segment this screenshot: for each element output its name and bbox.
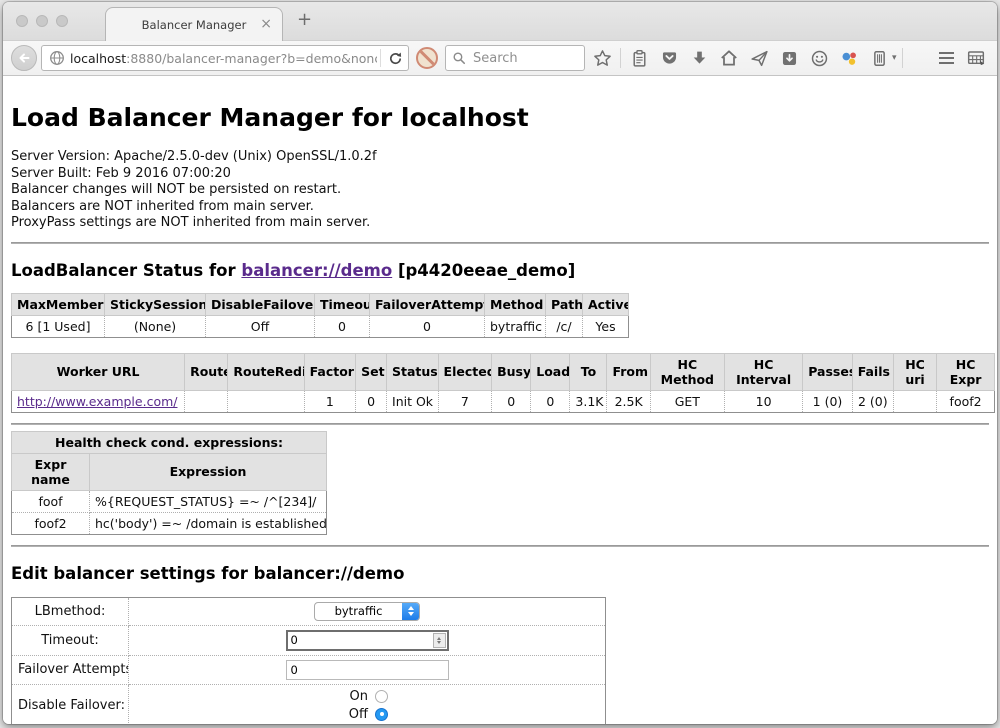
save-page-button[interactable] (776, 45, 802, 71)
balancer-demo-link[interactable]: balancer://demo (241, 261, 392, 280)
container-dropdown-caret-icon[interactable]: ▾ (892, 53, 897, 63)
failover-off-radio[interactable] (375, 708, 388, 721)
table-row: 6 [1 Used] (None) Off 0 0 bytraffic /c/ … (12, 315, 629, 337)
proxypass-note-line: ProxyPass settings are NOT inherited fro… (11, 215, 989, 232)
select-stepper-icon (402, 603, 419, 620)
edit-balancer-form: LBmethod: bytraffic Timeout: (11, 597, 606, 725)
new-tab-button[interactable]: + (297, 9, 312, 30)
table-title-row: Health check cond. expressions: (12, 431, 327, 453)
container-button[interactable] (866, 45, 892, 71)
failover-attempts-input[interactable] (286, 660, 449, 680)
minimize-window-button[interactable] (36, 15, 48, 27)
bookmark-star-button[interactable] (589, 45, 615, 71)
table-row: http://www.example.com/ 1 0 Init Ok 7 0 … (12, 390, 995, 412)
lbmethod-select[interactable]: bytraffic (314, 602, 420, 621)
search-icon (452, 51, 466, 65)
send-tab-button[interactable] (746, 45, 772, 71)
divider-rule-2 (11, 423, 989, 425)
divider-rule-3 (11, 545, 989, 547)
disable-failover-row: Disable Failover: On Off (12, 684, 606, 724)
timeout-row: Timeout: (12, 625, 606, 655)
server-info: Server Version: Apache/2.5.0-dev (Unix) … (11, 149, 989, 232)
tab-bar: Balancer Manager × + (3, 2, 997, 40)
apps-grid-button[interactable] (963, 45, 989, 71)
health-check-table: Health check cond. expressions: Expr nam… (11, 431, 327, 535)
balancer-status-table: MaxMembers StickySession DisableFailover… (11, 293, 629, 338)
inherit-note-line: Balancers are NOT inherited from main se… (11, 199, 989, 216)
number-stepper-icon (433, 633, 446, 648)
pocket-button[interactable] (656, 45, 682, 71)
loadbalancer-status-heading: LoadBalancer Status for balancer://demo … (11, 261, 989, 280)
failover-on-radio[interactable] (375, 690, 388, 703)
disable-failover-label: Disable Failover: (12, 684, 129, 724)
reading-list-button[interactable] (626, 45, 652, 71)
lbmethod-label: LBmethod: (12, 597, 129, 625)
back-arrow-icon (16, 50, 32, 66)
url-text: localhost:8880/balancer-manager?b=demo&n… (70, 51, 377, 66)
persist-note-line: Balancer changes will NOT be persisted o… (11, 182, 989, 199)
failover-attempts-row: Failover Attempts: (12, 655, 606, 684)
colorful-dots-extension-button[interactable] (836, 45, 862, 71)
timeout-label: Timeout: (12, 625, 129, 655)
table-header-row: Expr name Expression (12, 453, 327, 490)
hamburger-icon (939, 52, 954, 64)
table-header-row: Worker URL Route RouteRedir Factor Set S… (12, 353, 995, 390)
url-divider (380, 49, 381, 67)
feedback-smiley-button[interactable] (806, 45, 832, 71)
table-header-row: MaxMembers StickySession DisableFailover… (12, 293, 629, 315)
reload-button[interactable] (384, 51, 406, 66)
radio-off-label: Off (346, 707, 368, 722)
back-button[interactable] (11, 45, 37, 71)
window-controls (16, 15, 68, 27)
url-host: localhost (70, 51, 126, 66)
url-path: :8880/balancer-manager?b=demo&nonce=decc… (126, 51, 377, 66)
failover-attempts-label: Failover Attempts: (12, 655, 129, 684)
tab-title: Balancer Manager (142, 18, 247, 32)
page-title: Load Balancer Manager for localhost (11, 103, 989, 132)
lbmethod-row: LBmethod: bytraffic (12, 597, 606, 625)
timeout-input[interactable] (286, 630, 449, 651)
reload-icon (388, 51, 403, 66)
site-identity-globe-icon (49, 50, 65, 66)
radio-on-label: On (346, 689, 368, 704)
server-built-line: Server Built: Feb 9 2016 07:00:20 (11, 166, 989, 183)
search-bar[interactable] (445, 45, 585, 71)
table-row: foof2 hc('body') =~ /domain is establish… (12, 512, 327, 534)
url-bar[interactable]: localhost:8880/balancer-manager?b=demo&n… (41, 45, 409, 71)
worker-table: Worker URL Route RouteRedir Factor Set S… (11, 353, 995, 413)
zoom-window-button[interactable] (56, 15, 68, 27)
server-version-line: Server Version: Apache/2.5.0-dev (Unix) … (11, 149, 989, 166)
home-button[interactable] (716, 45, 742, 71)
edit-balancer-heading: Edit balancer settings for balancer://de… (11, 564, 989, 583)
toolbar-divider-2 (902, 48, 903, 68)
toolbar-divider (620, 48, 621, 68)
images-blocked-icon[interactable] (416, 47, 438, 69)
tab-close-icon[interactable]: × (260, 15, 272, 33)
table-row: foof %{REQUEST_STATUS} =~ /^[234]/ (12, 490, 327, 512)
tab-balancer-manager[interactable]: Balancer Manager × (105, 7, 283, 41)
health-table-title: Health check cond. expressions: (12, 431, 327, 453)
menu-hamburger-button[interactable] (933, 45, 959, 71)
page-content: Load Balancer Manager for localhost Serv… (3, 103, 997, 724)
worker-url-link[interactable]: http://www.example.com/ (17, 394, 177, 409)
navigation-toolbar: localhost:8880/balancer-manager?b=demo&n… (3, 40, 997, 76)
downloads-button[interactable] (686, 45, 712, 71)
browser-window: Balancer Manager × + localhost:8880/bala… (3, 2, 997, 724)
close-window-button[interactable] (16, 15, 28, 27)
search-input[interactable] (471, 50, 578, 67)
divider-rule-1 (11, 242, 989, 244)
